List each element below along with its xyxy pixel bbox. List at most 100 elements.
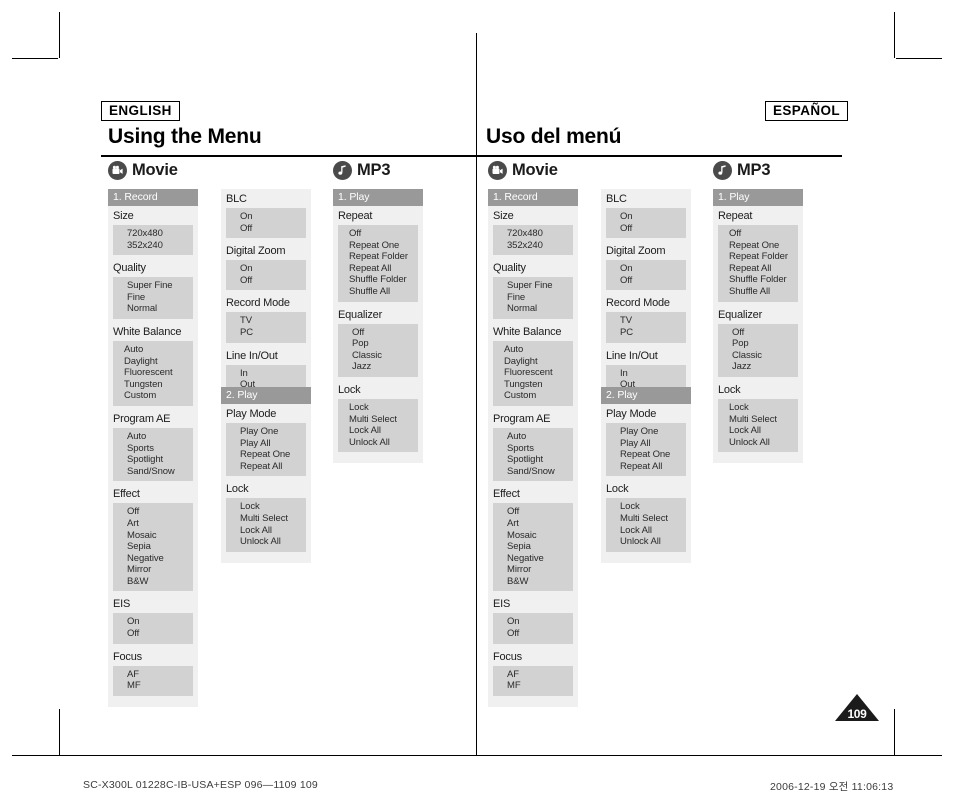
menu-option[interactable]: Multi Select <box>620 513 686 525</box>
menu-option[interactable]: Repeat All <box>729 263 798 275</box>
menu-option[interactable]: Off <box>352 327 418 339</box>
menu-option[interactable]: Repeat One <box>240 449 306 461</box>
menu-option[interactable]: TV <box>620 315 686 327</box>
menu-option[interactable]: Fluorescent <box>124 367 193 379</box>
menu-option[interactable]: Repeat All <box>240 461 306 473</box>
menu-option[interactable]: On <box>240 263 306 275</box>
menu-option[interactable]: Play All <box>240 438 306 450</box>
menu-option[interactable]: Sepia <box>127 541 193 553</box>
menu-option[interactable]: Fluorescent <box>504 367 573 379</box>
menu-option[interactable]: Repeat All <box>349 263 418 275</box>
menu-option[interactable]: Sepia <box>507 541 573 553</box>
menu-option[interactable]: Jazz <box>732 361 798 373</box>
menu-option[interactable]: Daylight <box>124 356 193 368</box>
menu-option[interactable]: MF <box>507 680 573 692</box>
menu-option[interactable]: Mosaic <box>127 530 193 542</box>
menu-option[interactable]: B&W <box>507 576 573 588</box>
menu-option[interactable]: PC <box>620 327 686 339</box>
menu-option[interactable]: Unlock All <box>729 437 798 449</box>
menu-option[interactable]: Lock <box>729 402 798 414</box>
menu-option[interactable]: Classic <box>732 350 798 362</box>
menu-option[interactable]: Sand/Snow <box>507 466 573 478</box>
menu-option[interactable]: Play All <box>620 438 686 450</box>
menu-option[interactable]: On <box>127 616 193 628</box>
menu-option[interactable]: Repeat All <box>620 461 686 473</box>
menu-option[interactable]: Lock <box>240 501 306 513</box>
menu-option[interactable]: Repeat One <box>349 240 418 252</box>
menu-option[interactable]: Sports <box>127 443 193 455</box>
menu-option[interactable]: Repeat Folder <box>349 251 418 263</box>
menu-option[interactable]: Normal <box>127 303 193 315</box>
menu-option[interactable]: Auto <box>504 344 573 356</box>
menu-option[interactable]: Play One <box>240 426 306 438</box>
menu-option[interactable]: Multi Select <box>729 414 798 426</box>
menu-option[interactable]: 352x240 <box>507 240 573 252</box>
menu-option[interactable]: B&W <box>127 576 193 588</box>
menu-option[interactable]: In <box>240 368 306 380</box>
menu-option[interactable]: Auto <box>124 344 193 356</box>
menu-option[interactable]: Sports <box>507 443 573 455</box>
menu-option[interactable]: On <box>507 616 573 628</box>
menu-option[interactable]: PC <box>240 327 306 339</box>
menu-option[interactable]: Repeat One <box>729 240 798 252</box>
menu-option[interactable]: TV <box>240 315 306 327</box>
menu-option[interactable]: Multi Select <box>240 513 306 525</box>
menu-option[interactable]: Art <box>507 518 573 530</box>
menu-option[interactable]: 720x480 <box>127 228 193 240</box>
menu-option[interactable]: Lock <box>620 501 686 513</box>
menu-option[interactable]: Off <box>620 275 686 287</box>
menu-option[interactable]: AF <box>507 669 573 681</box>
menu-option[interactable]: Negative <box>507 553 573 565</box>
menu-option[interactable]: MF <box>127 680 193 692</box>
menu-option[interactable]: Auto <box>507 431 573 443</box>
menu-option[interactable]: Lock <box>349 402 418 414</box>
menu-option[interactable]: Custom <box>124 390 193 402</box>
menu-option[interactable]: Lock All <box>620 525 686 537</box>
menu-option[interactable]: Spotlight <box>127 454 193 466</box>
menu-option[interactable]: Off <box>240 275 306 287</box>
menu-option[interactable]: Shuffle Folder <box>349 274 418 286</box>
menu-option[interactable]: Art <box>127 518 193 530</box>
menu-option[interactable]: In <box>620 368 686 380</box>
menu-option[interactable]: On <box>620 211 686 223</box>
menu-option[interactable]: Off <box>732 327 798 339</box>
menu-option[interactable]: On <box>240 211 306 223</box>
menu-option[interactable]: Off <box>127 628 193 640</box>
menu-option[interactable]: Unlock All <box>349 437 418 449</box>
menu-option[interactable]: On <box>620 263 686 275</box>
menu-option[interactable]: Custom <box>504 390 573 402</box>
menu-option[interactable]: Play One <box>620 426 686 438</box>
menu-option[interactable]: Off <box>729 228 798 240</box>
menu-option[interactable]: Lock All <box>240 525 306 537</box>
menu-option[interactable]: Fine <box>507 292 573 304</box>
menu-option[interactable]: Tungsten <box>124 379 193 391</box>
menu-option[interactable]: Negative <box>127 553 193 565</box>
menu-option[interactable]: Off <box>349 228 418 240</box>
menu-option[interactable]: Shuffle Folder <box>729 274 798 286</box>
menu-option[interactable]: Daylight <box>504 356 573 368</box>
menu-option[interactable]: Repeat Folder <box>729 251 798 263</box>
menu-option[interactable]: Fine <box>127 292 193 304</box>
menu-option[interactable]: Multi Select <box>349 414 418 426</box>
menu-option[interactable]: Shuffle All <box>729 286 798 298</box>
menu-option[interactable]: Mirror <box>507 564 573 576</box>
menu-option[interactable]: 720x480 <box>507 228 573 240</box>
menu-option[interactable]: Jazz <box>352 361 418 373</box>
menu-option[interactable]: Pop <box>732 338 798 350</box>
menu-option[interactable]: Pop <box>352 338 418 350</box>
menu-option[interactable]: Lock All <box>349 425 418 437</box>
menu-option[interactable]: Off <box>127 506 193 518</box>
menu-option[interactable]: Off <box>620 223 686 235</box>
menu-option[interactable]: Super Fine <box>127 280 193 292</box>
menu-option[interactable]: Off <box>240 223 306 235</box>
menu-option[interactable]: Shuffle All <box>349 286 418 298</box>
menu-option[interactable]: Super Fine <box>507 280 573 292</box>
menu-option[interactable]: Off <box>507 506 573 518</box>
menu-option[interactable]: Sand/Snow <box>127 466 193 478</box>
menu-option[interactable]: Mirror <box>127 564 193 576</box>
menu-option[interactable]: Unlock All <box>240 536 306 548</box>
menu-option[interactable]: AF <box>127 669 193 681</box>
menu-option[interactable]: Unlock All <box>620 536 686 548</box>
menu-option[interactable]: Auto <box>127 431 193 443</box>
menu-option[interactable]: Off <box>507 628 573 640</box>
